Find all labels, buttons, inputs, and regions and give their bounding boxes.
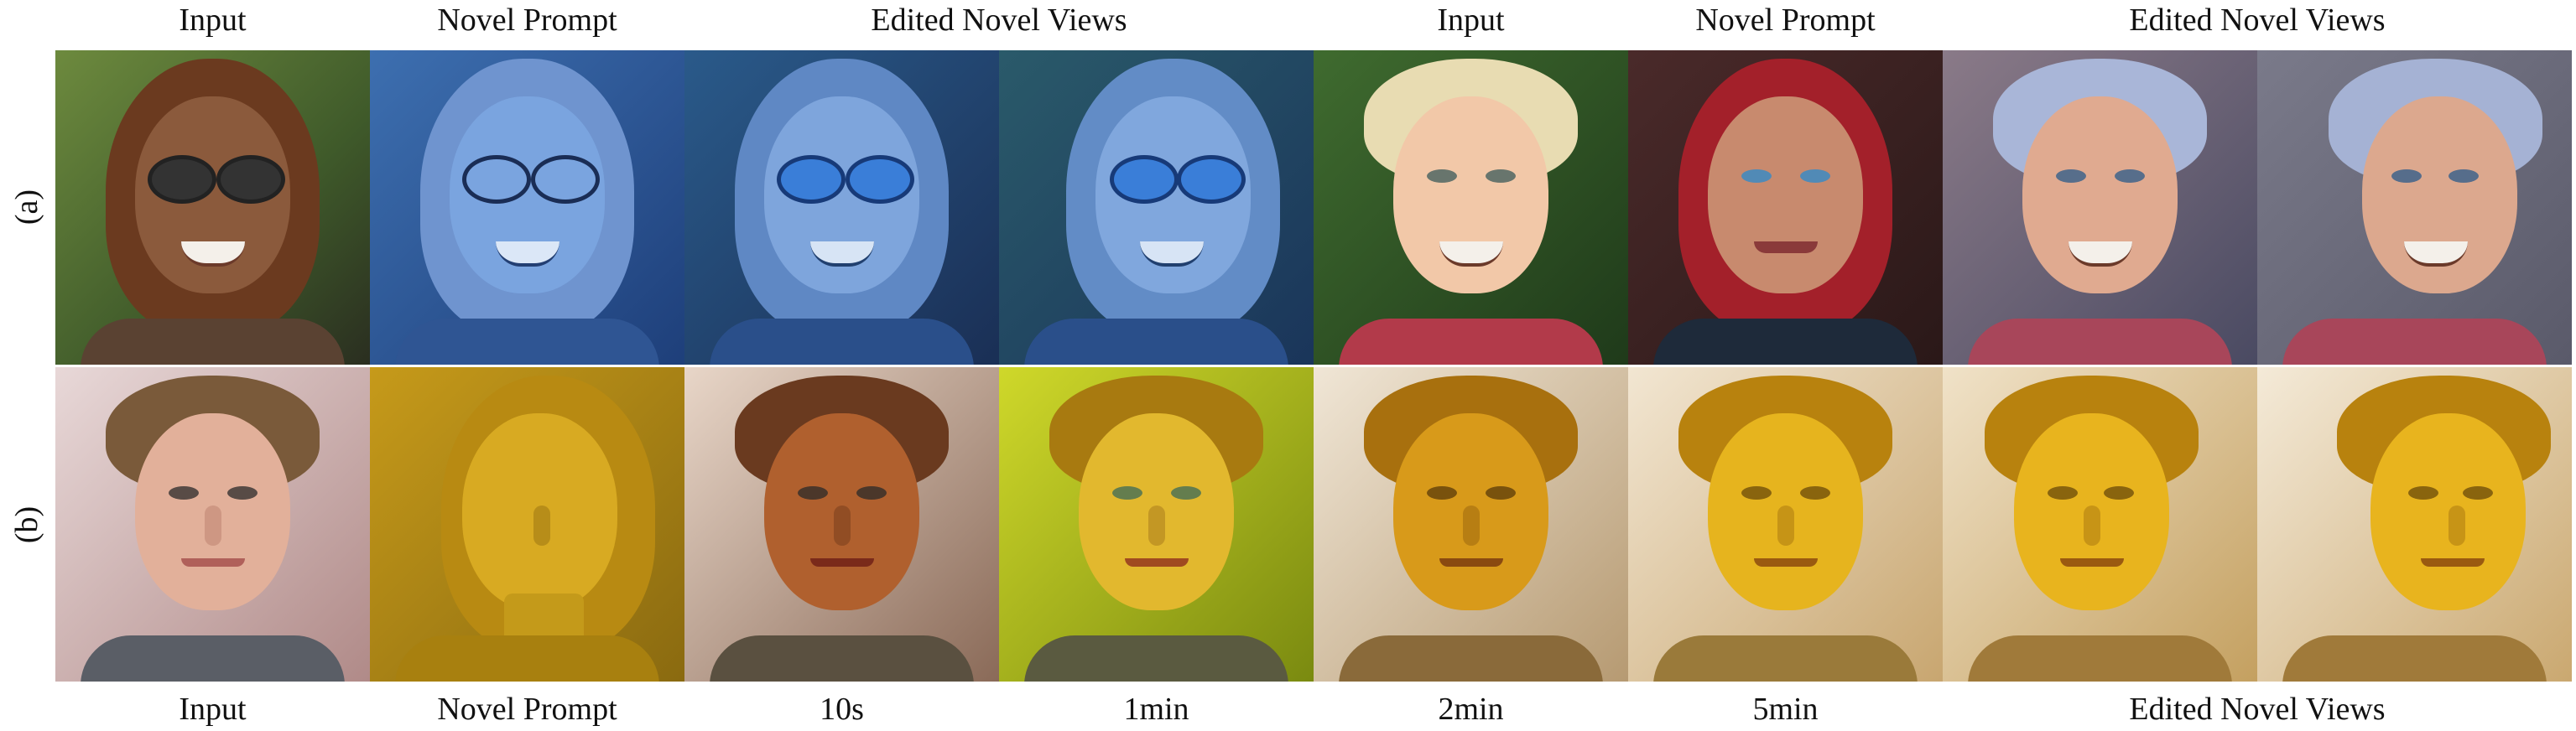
footer-edited: Edited Novel Views <box>2129 692 2386 727</box>
row-a-novel-prompt-image-right <box>1628 50 1943 365</box>
row-a-images <box>55 50 2572 365</box>
row-b-novel-prompt-image <box>370 367 684 682</box>
row-b-edited-view-1 <box>1943 367 2257 682</box>
row-label-a: (a) <box>9 189 44 226</box>
row-a-edited-view-1 <box>684 50 999 365</box>
row-label-b: (b) <box>9 505 44 544</box>
footer-time-2min: 2min <box>1438 692 1504 727</box>
header-edited-right: Edited Novel Views <box>2129 3 2386 38</box>
row-a-input-image-right <box>1314 50 1628 365</box>
row-a-edited-view-3 <box>1943 50 2257 365</box>
header-novel-prompt-left: Novel Prompt <box>437 3 617 38</box>
row-b-edit-5min <box>1628 367 1943 682</box>
row-a-novel-prompt-image <box>370 50 684 365</box>
header-novel-prompt-right: Novel Prompt <box>1695 3 1876 38</box>
row-b-edit-1min <box>999 367 1314 682</box>
footer-time-10s: 10s <box>820 692 864 727</box>
row-a-edited-view-4 <box>2257 50 2572 365</box>
header-input-right: Input <box>1437 3 1505 38</box>
row-b-edited-view-2 <box>2257 367 2572 682</box>
header-input-left: Input <box>179 3 247 38</box>
row-a-input-image <box>55 50 370 365</box>
row-b-input-image <box>55 367 370 682</box>
row-b-edit-10s <box>684 367 999 682</box>
footer-time-5min: 5min <box>1752 692 1819 727</box>
row-b-images <box>55 367 2572 682</box>
footer-time-1min: 1min <box>1123 692 1189 727</box>
header-edited-left: Edited Novel Views <box>871 3 1127 38</box>
footer-input: Input <box>179 692 247 727</box>
row-b-edit-2min <box>1314 367 1628 682</box>
footer-novel-prompt: Novel Prompt <box>437 692 617 727</box>
row-a-edited-view-2 <box>999 50 1314 365</box>
